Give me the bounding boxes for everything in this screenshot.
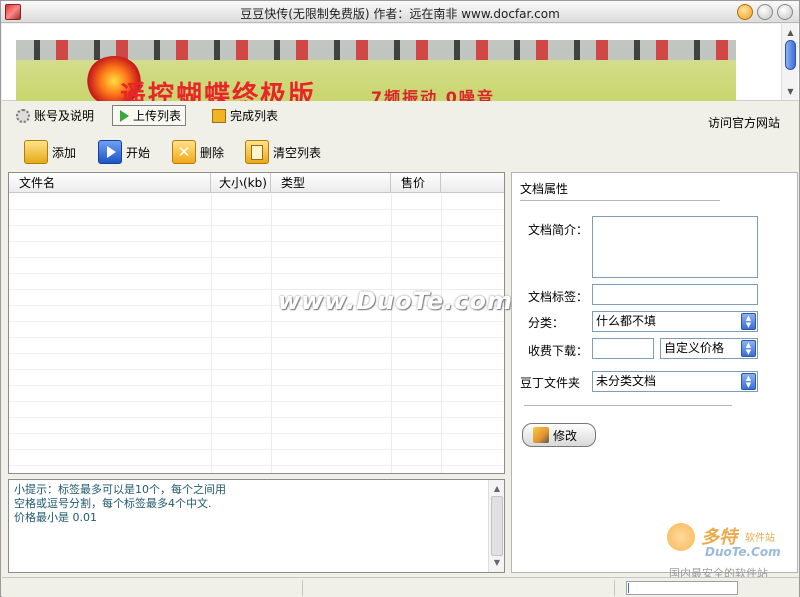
pencil-icon [533, 427, 549, 443]
tip-line: 小提示：标签最多可以是10个，每个之间用 [14, 483, 226, 496]
scroll-up-arrow-icon[interactable]: ▲ [491, 483, 503, 495]
watermark: www.DuoTe.com [278, 287, 513, 315]
divider [520, 200, 720, 201]
fee-label: 收费下载： [528, 344, 589, 358]
clear-label: 清空列表 [273, 145, 322, 160]
progress-fill [628, 583, 629, 593]
app-window: 豆豆快传(无限制免费版) 作者：远在南非 www.docfar.com 遥控蝴蝶… [0, 0, 800, 597]
description-textarea[interactable] [592, 216, 758, 278]
modify-label: 修改 [553, 428, 578, 443]
duote-logo-watermark: 多特 软件站 DuoTe.Com 国内最安全的软件站 [663, 521, 793, 580]
folder-value: 未分类文档 [596, 374, 657, 388]
scroll-down-arrow-icon[interactable]: ▼ [783, 84, 798, 99]
column-header-filename[interactable]: 文件名 [9, 173, 211, 193]
play-icon [98, 140, 122, 164]
tips-box[interactable]: 小提示：标签最多可以是10个，每个之间用 空格或逗号分割，每个标签最多4个中文.… [8, 479, 505, 573]
banner-subtext: 7频振动 0噪音 [371, 88, 495, 101]
logo-small-text: 软件站 [745, 533, 775, 544]
status-bar [2, 577, 799, 597]
tips-text: 小提示：标签最多可以是10个，每个之间用 空格或逗号分割，每个标签最多4个中文.… [14, 483, 226, 525]
price-mode-value: 自定义价格 [664, 341, 725, 355]
logo-domain: DuoTe.Com [705, 545, 781, 559]
tip-line: 价格最小是 0.01 [14, 511, 97, 524]
maximize-button[interactable] [757, 4, 773, 20]
status-separator [614, 580, 615, 596]
tags-label: 文档标签： [528, 290, 589, 304]
trash-icon [245, 140, 269, 164]
advertisement-banner[interactable]: 遥控蝴蝶终极版 7频振动 0噪音 [16, 40, 736, 101]
window-title: 豆豆快传(无限制免费版) 作者：远在南非 www.docfar.com [240, 7, 560, 21]
list-rows[interactable] [9, 194, 504, 473]
modify-button[interactable]: 修改 [522, 423, 596, 447]
column-header-price[interactable]: 售价 [391, 173, 441, 193]
progress-bar [626, 581, 738, 595]
start-button[interactable]: 开始 [98, 139, 150, 165]
category-label: 分类： [528, 316, 565, 330]
scroll-up-arrow-icon[interactable]: ▲ [783, 25, 798, 40]
tab-done-label: 完成列表 [230, 109, 279, 123]
scroll-down-arrow-icon[interactable]: ▼ [491, 557, 503, 569]
price-mode-select[interactable]: 自定义价格 ▲ ▼ [660, 338, 758, 359]
description-label: 文档简介： [528, 223, 589, 237]
title-bar[interactable]: 豆豆快传(无限制免费版) 作者：远在南非 www.docfar.com [1, 1, 799, 23]
play-icon [120, 109, 129, 122]
category-select[interactable]: 什么都不填 ▲ ▼ [592, 311, 758, 332]
column-header-type[interactable]: 类型 [271, 173, 391, 193]
list-header: 文件名 大小(kb) 类型 售价 [9, 173, 504, 193]
tab-completed-list[interactable]: 完成列表 [208, 105, 282, 126]
column-divider [391, 194, 392, 473]
banner-headline: 遥控蝴蝶终极版 [120, 81, 317, 101]
upload-file-list[interactable]: 文件名 大小(kb) 类型 售价 [8, 172, 505, 474]
add-button[interactable]: 添加 [24, 139, 76, 165]
add-label: 添加 [52, 145, 77, 160]
clear-list-button[interactable]: 清空列表 [245, 139, 321, 165]
folder-select[interactable]: 未分类文档 ▲ ▼ [592, 371, 758, 392]
column-header-size[interactable]: 大小(kb) [211, 173, 271, 193]
done-icon [212, 108, 226, 123]
start-label: 开始 [126, 145, 151, 160]
status-separator [302, 580, 303, 596]
tab-account[interactable]: 账号及说明 [12, 105, 98, 126]
scroll-thumb[interactable] [785, 40, 796, 70]
tab-upload-list[interactable]: 上传列表 [112, 105, 187, 126]
gear-icon [16, 108, 30, 123]
tags-input[interactable] [592, 284, 758, 305]
fee-input[interactable] [592, 338, 654, 359]
delete-button[interactable]: ✕ 删除 [172, 139, 224, 165]
divider [524, 405, 732, 406]
close-button[interactable] [777, 4, 793, 20]
category-value: 什么都不填 [596, 314, 657, 328]
official-site-link[interactable]: 访问官方网站 [708, 114, 780, 131]
tab-bar: 账号及说明 上传列表 完成列表 访问官方网站 [2, 102, 799, 131]
properties-title: 文档属性 [520, 182, 569, 196]
tab-upload-label: 上传列表 [133, 109, 182, 123]
mascot-icon [667, 523, 695, 551]
banner-scrollbar[interactable]: ▲ ▼ [781, 24, 798, 100]
column-divider [271, 194, 272, 473]
column-divider [211, 194, 212, 473]
column-divider [441, 194, 442, 473]
delete-label: 删除 [200, 145, 225, 160]
dropdown-arrow-icon[interactable]: ▲ ▼ [741, 373, 756, 390]
folder-icon [24, 140, 48, 164]
column-header-empty[interactable] [441, 173, 504, 193]
banner-area: 遥控蝴蝶终极版 7频振动 0噪音 ▲ ▼ [2, 24, 799, 101]
document-properties-panel: 文档属性 文档简介： 文档标签： 分类： 什么都不填 ▲ ▼ 收费下载： 自定义价… [511, 172, 798, 573]
delete-x-icon: ✕ [172, 140, 196, 164]
tab-account-label: 账号及说明 [34, 109, 95, 123]
toolbar: 添加 开始 ✕ 删除 清空列表 [2, 132, 799, 170]
scroll-thumb[interactable] [491, 496, 503, 556]
dropdown-arrow-icon[interactable]: ▲ ▼ [741, 340, 756, 357]
minimize-button[interactable] [737, 4, 753, 20]
dropdown-arrow-icon[interactable]: ▲ ▼ [741, 313, 756, 330]
tip-line: 空格或逗号分割，每个标签最多4个中文. [14, 497, 212, 510]
tips-scrollbar[interactable]: ▲ ▼ [488, 480, 504, 572]
folder-label: 豆丁文件夹 [520, 376, 581, 390]
